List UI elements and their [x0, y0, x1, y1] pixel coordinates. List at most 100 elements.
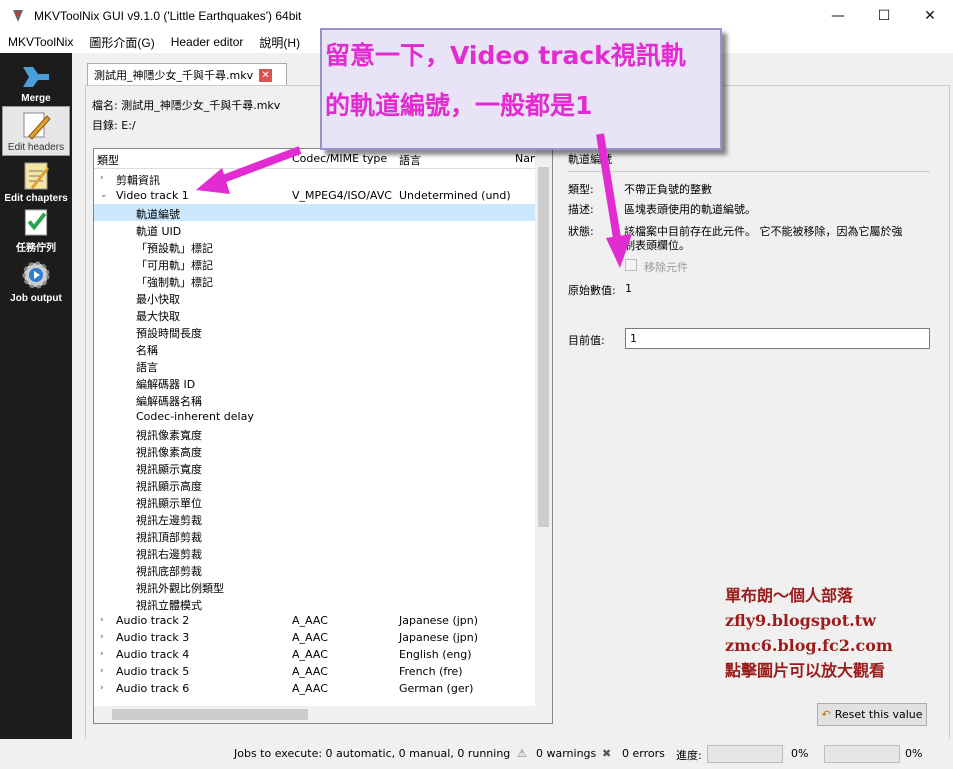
tree-row[interactable]: 編解碼器名稱: [94, 391, 537, 408]
tree-row[interactable]: 視訊顯示單位: [94, 493, 537, 510]
tree-row[interactable]: 視訊立體模式: [94, 595, 537, 612]
tree-row[interactable]: › 剪輯資訊: [94, 170, 537, 187]
merge-arrow-icon: [23, 67, 49, 87]
sidebar-item-job-queue[interactable]: 任務佇列: [2, 206, 70, 256]
collapsed-chevron-icon[interactable]: ›: [100, 683, 104, 693]
tree-cell-type: 視訊頂部剪裁: [136, 531, 202, 544]
tree-row[interactable]: 最小快取: [94, 289, 537, 306]
tree-row[interactable]: 視訊外觀比例類型: [94, 578, 537, 595]
desc-value: 區塊表頭使用的軌道編號。: [624, 203, 756, 216]
tree-row[interactable]: › Audio track 2 A_AAC Japanese (jpn): [94, 612, 537, 629]
tree-row[interactable]: 編解碼器 ID: [94, 374, 537, 391]
tree-cell-type: 視訊外觀比例類型: [136, 582, 224, 595]
tree-row[interactable]: › Audio track 3 A_AAC Japanese (jpn): [94, 629, 537, 646]
col-language-header[interactable]: 語言: [399, 152, 421, 168]
remove-element-checkbox[interactable]: [625, 259, 637, 271]
pencil-icon: [23, 112, 51, 140]
tree-cell-type: 視訊底部剪裁: [136, 565, 202, 578]
tree-cell-type: Codec-inherent delay: [136, 410, 254, 423]
maximize-button[interactable]: ☐: [861, 0, 907, 31]
directory-label: 目錄:: [92, 119, 118, 132]
tree-row[interactable]: 視訊左邊剪裁: [94, 510, 537, 527]
tree-row[interactable]: 視訊顯示高度: [94, 476, 537, 493]
reset-value-label: Reset this value: [834, 708, 923, 721]
sidebar-item-job-output[interactable]: Job output: [2, 256, 70, 306]
tree-cell-language: English (eng): [399, 648, 472, 661]
tree-cell-type: 視訊顯示高度: [136, 480, 202, 493]
col-type-header[interactable]: 類型: [97, 152, 119, 168]
directory-line: 目錄: E:/: [92, 117, 136, 133]
tree-row[interactable]: 視訊底部剪裁: [94, 561, 537, 578]
file-tab[interactable]: 測試用_神隱少女_千與千尋.mkv ✕: [87, 63, 287, 86]
tree-row[interactable]: 視訊右邊剪裁: [94, 544, 537, 561]
tree-row[interactable]: 視訊顯示寬度: [94, 459, 537, 476]
tree-row[interactable]: Codec-inherent delay: [94, 408, 537, 425]
progress-bar-total: [824, 745, 900, 763]
tree-cell-codec: A_AAC: [292, 665, 328, 678]
progress-bar-current: [707, 745, 783, 763]
blog-line-2: zfly9.blogspot.tw: [725, 611, 876, 630]
original-value: 1: [625, 282, 632, 295]
sidebar: Merge Edit headers Edit chapters 任務佇列 Jo…: [0, 53, 72, 739]
tree-cell-type: 「預設軌」標記: [136, 242, 213, 255]
file-name-label: 檔名:: [92, 99, 118, 112]
tree-row[interactable]: › Audio track 5 A_AAC French (fre): [94, 663, 537, 680]
tree-cell-type: 視訊右邊剪裁: [136, 548, 202, 561]
tree-row[interactable]: 語言: [94, 357, 537, 374]
close-button[interactable]: ✕: [907, 0, 953, 31]
tree-row[interactable]: 軌道編號: [94, 204, 537, 221]
tree-row[interactable]: 「可用軌」標記: [94, 255, 537, 272]
menu-mkvtoolnix[interactable]: MKVToolNix: [0, 35, 81, 49]
tree-row[interactable]: ⌄ Video track 1 V_MPEG4/ISO/AVC Undetermine…: [94, 187, 537, 204]
sidebar-label: 任務佇列: [16, 243, 56, 254]
tree-row[interactable]: 「強制軌」標記: [94, 272, 537, 289]
undo-icon: ↶: [821, 708, 831, 721]
tree-cell-codec: V_MPEG4/ISO/AVC: [292, 189, 392, 202]
tree-row[interactable]: 最大快取: [94, 306, 537, 323]
tree-cell-language: Japanese (jpn): [399, 631, 479, 644]
file-name-line: 檔名: 測試用_神隱少女_千與千尋.mkv: [92, 97, 280, 113]
tree-cell-language: Japanese (jpn): [399, 614, 479, 627]
tree-cell-type: 編解碼器 ID: [136, 378, 196, 391]
blog-watermark: 單布朗～個人部落 zfly9.blogspot.tw zmc6.blog.fc2…: [725, 583, 945, 683]
tree-row[interactable]: › Audio track 6 A_AAC German (ger): [94, 680, 537, 697]
menu-help[interactable]: 說明(H): [251, 34, 308, 51]
status-bar: Jobs to execute: 0 automatic, 0 manual, …: [0, 739, 953, 769]
scroll-thumb[interactable]: [112, 709, 308, 720]
tree-cell-type: Audio track 5: [116, 665, 190, 678]
minimize-button[interactable]: —: [815, 0, 861, 31]
tree-cell-type: 軌道 UID: [136, 225, 182, 238]
tree-row[interactable]: 視訊像素寬度: [94, 425, 537, 442]
expanded-chevron-icon[interactable]: ⌄: [100, 190, 108, 200]
tree-cell-type: 視訊像素寬度: [136, 429, 202, 442]
collapsed-chevron-icon[interactable]: ›: [100, 649, 104, 659]
sidebar-item-edit-headers[interactable]: Edit headers: [2, 106, 70, 156]
tree-row[interactable]: 軌道 UID: [94, 221, 537, 238]
tree-row[interactable]: 視訊像素高度: [94, 442, 537, 459]
collapsed-chevron-icon[interactable]: ›: [100, 666, 104, 676]
reset-value-button[interactable]: ↶ Reset this value: [817, 703, 927, 726]
original-value-label: 原始數值:: [568, 284, 616, 297]
tree-cell-type: 視訊立體模式: [136, 599, 202, 612]
horizontal-scrollbar[interactable]: [94, 706, 552, 723]
tree-header: 類型 Codec/MIME type 語言 Nan: [94, 149, 537, 169]
gear-icon: [22, 261, 50, 289]
menu-gui[interactable]: 圖形介面(G): [81, 34, 162, 51]
vertical-scrollbar[interactable]: [535, 149, 552, 707]
tree-row[interactable]: 「預設軌」標記: [94, 238, 537, 255]
sidebar-item-edit-chapters[interactable]: Edit chapters: [2, 156, 70, 206]
scroll-thumb[interactable]: [538, 167, 549, 527]
tree-row[interactable]: 視訊頂部剪裁: [94, 527, 537, 544]
sidebar-item-merge[interactable]: Merge: [2, 56, 70, 106]
tree-row[interactable]: 名稱: [94, 340, 537, 357]
collapsed-chevron-icon[interactable]: ›: [100, 173, 104, 183]
tab-close-icon[interactable]: ✕: [259, 68, 273, 82]
current-value-input[interactable]: 1: [625, 328, 930, 349]
col-codec-header[interactable]: Codec/MIME type: [292, 152, 387, 165]
col-name-header[interactable]: Nan: [515, 152, 537, 165]
tree-row[interactable]: 預設時間長度: [94, 323, 537, 340]
collapsed-chevron-icon[interactable]: ›: [100, 632, 104, 642]
tree-row[interactable]: › Audio track 4 A_AAC English (eng): [94, 646, 537, 663]
collapsed-chevron-icon[interactable]: ›: [100, 615, 104, 625]
menu-header-editor[interactable]: Header editor: [163, 35, 252, 49]
